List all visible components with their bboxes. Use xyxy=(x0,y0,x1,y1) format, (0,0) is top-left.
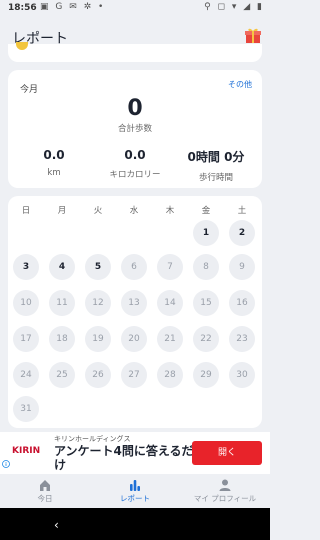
calendar-day[interactable]: 12 xyxy=(85,290,111,316)
walk-time-value: 0時間 0分 xyxy=(187,150,245,164)
calendar-day[interactable]: 15 xyxy=(193,290,219,316)
weekday-sun: 日 xyxy=(21,206,31,216)
ad-company: キリンホールディングス xyxy=(54,435,131,443)
calendar-day[interactable]: 7 xyxy=(157,254,183,280)
total-steps-value: 0 xyxy=(127,96,143,121)
walk-time-label: 歩行時間 xyxy=(198,173,233,183)
calendar-day[interactable]: 25 xyxy=(49,362,75,388)
calendar-day[interactable]: 18 xyxy=(49,326,75,352)
notification-icons: ▣ G ✉ ✲ • xyxy=(40,2,106,12)
calendar-day[interactable]: 23 xyxy=(229,326,255,352)
calendar-day[interactable]: 19 xyxy=(85,326,111,352)
nav-report-label: レポート xyxy=(120,494,150,503)
person-icon xyxy=(219,479,231,491)
weekday-tue: 火 xyxy=(93,206,103,216)
calories-stat: 0.0 キロカロリー xyxy=(95,148,175,180)
ad-banner[interactable]: KIRIN キリンホールディングス アンケート4問に答えるだけ 開く xyxy=(0,432,270,474)
bottom-nav: 今日 レポート マイ プロフィール xyxy=(0,474,270,508)
home-icon xyxy=(40,480,50,491)
ad-open-button[interactable]: 開く xyxy=(192,441,262,465)
weekday-mon: 月 xyxy=(57,206,67,216)
gift-icon[interactable] xyxy=(244,26,262,44)
calendar-day[interactable]: 30 xyxy=(229,362,255,388)
ad-info-icon[interactable] xyxy=(2,460,10,468)
period-label: 今月 xyxy=(20,85,39,95)
calendar-day[interactable]: 9 xyxy=(229,254,255,280)
calendar-day[interactable]: 26 xyxy=(85,362,111,388)
other-period-link[interactable]: その他 xyxy=(228,79,252,90)
system-navigation-bar: ‹ xyxy=(0,508,270,540)
weekday-sat: 土 xyxy=(237,206,247,216)
nav-today[interactable]: 今日 xyxy=(0,476,90,504)
weekday-fri: 金 xyxy=(201,206,211,216)
system-status-icons: ⚲ ◻ ▾ ◢ ▮ xyxy=(204,2,264,12)
calendar-day[interactable]: 24 xyxy=(13,362,39,388)
ad-brand-logo: KIRIN xyxy=(12,446,41,456)
distance-stat: 0.0 km xyxy=(14,148,94,178)
distance-label: km xyxy=(47,168,61,178)
previous-card-edge xyxy=(8,42,262,62)
calendar-day[interactable]: 3 xyxy=(13,254,39,280)
calendar-day[interactable]: 17 xyxy=(13,326,39,352)
calories-label: キロカロリー xyxy=(109,170,161,180)
calendar-card: 日 月 火 水 木 金 土 1 2 3 4 5 6 7 8 9 10 11 12… xyxy=(8,196,262,428)
calendar-day[interactable]: 14 xyxy=(157,290,183,316)
calendar-day[interactable]: 20 xyxy=(121,326,147,352)
bar-chart-icon xyxy=(130,480,140,491)
calendar-day[interactable]: 2 xyxy=(229,220,255,246)
distance-value: 0.0 xyxy=(43,148,65,162)
calories-value: 0.0 xyxy=(124,148,146,162)
walk-time-stat: 0時間 0分 歩行時間 xyxy=(176,148,256,183)
weekday-thu: 木 xyxy=(165,206,175,216)
nav-profile[interactable]: マイ プロフィール xyxy=(180,476,270,504)
back-icon[interactable]: ‹ xyxy=(54,518,59,532)
calendar-day[interactable]: 1 xyxy=(193,220,219,246)
calendar-day[interactable]: 29 xyxy=(193,362,219,388)
calendar-day[interactable]: 31 xyxy=(13,396,39,422)
calendar-day[interactable]: 8 xyxy=(193,254,219,280)
calendar-day[interactable]: 21 xyxy=(157,326,183,352)
nav-report[interactable]: レポート xyxy=(90,476,180,504)
nav-today-label: 今日 xyxy=(37,494,53,503)
status-time: 18:56 xyxy=(8,3,37,13)
calendar-day[interactable]: 28 xyxy=(157,362,183,388)
calendar-day[interactable]: 10 xyxy=(13,290,39,316)
total-steps-label: 合計歩数 xyxy=(117,124,152,134)
calendar-day[interactable]: 16 xyxy=(229,290,255,316)
calendar-day[interactable]: 13 xyxy=(121,290,147,316)
nav-profile-label: マイ プロフィール xyxy=(193,494,257,503)
status-emoji-icon xyxy=(16,42,28,50)
status-bar: 18:56 ▣ G ✉ ✲ • ⚲ ◻ ▾ ◢ ▮ xyxy=(0,0,270,18)
weekday-wed: 水 xyxy=(129,206,139,216)
calendar-day[interactable]: 6 xyxy=(121,254,147,280)
calendar-day[interactable]: 27 xyxy=(121,362,147,388)
calendar-day[interactable]: 4 xyxy=(49,254,75,280)
calendar-day[interactable]: 5 xyxy=(85,254,111,280)
monthly-stats-card: 今月 その他 0 合計歩数 0.0 km 0.0 キロカロリー 0時間 0分 歩… xyxy=(8,70,262,188)
calendar-day[interactable]: 11 xyxy=(49,290,75,316)
ad-headline: アンケート4問に答えるだけ xyxy=(54,444,194,472)
calendar-day[interactable]: 22 xyxy=(193,326,219,352)
